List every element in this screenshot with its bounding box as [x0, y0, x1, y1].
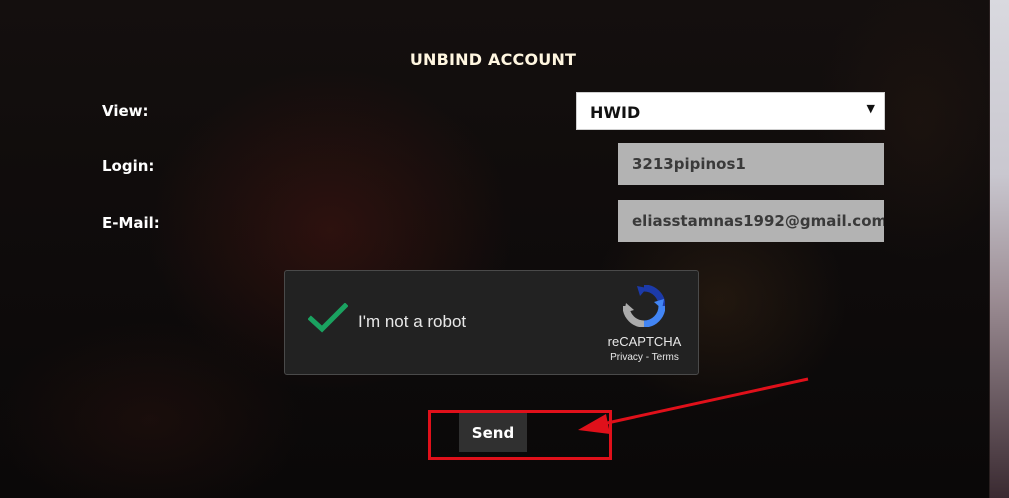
arrow-annotation-icon — [578, 377, 809, 434]
